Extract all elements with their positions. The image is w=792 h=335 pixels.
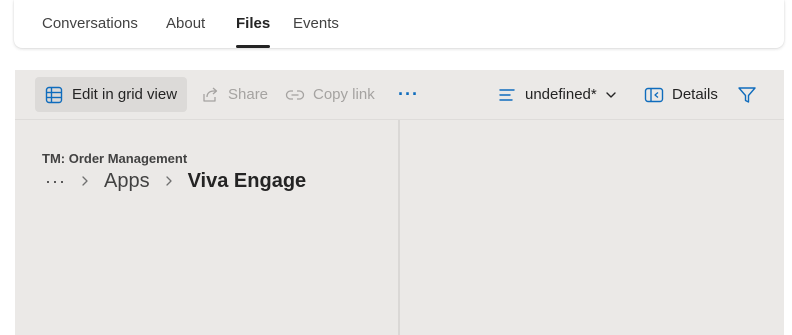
copy-link-label: Copy link [313, 86, 375, 103]
share-button[interactable]: Share [200, 77, 268, 112]
link-icon [285, 85, 305, 105]
breadcrumb-item-apps[interactable]: Apps [104, 170, 150, 193]
copy-link-button[interactable]: Copy link [285, 77, 375, 112]
chevron-right-icon [164, 175, 174, 187]
view-selector-label: undefined* [525, 86, 597, 103]
file-list-pane: TM: Order Management ··· Apps Viva Engag… [15, 120, 398, 335]
share-icon [200, 85, 220, 105]
breadcrumb: ··· Apps Viva Engage [45, 168, 306, 194]
command-bar: Edit in grid view Share Copy link ··· un… [15, 70, 784, 120]
details-button[interactable]: Details [644, 77, 718, 112]
filter-icon [737, 85, 757, 105]
pane-divider[interactable] [398, 120, 400, 335]
chevron-right-icon [80, 175, 90, 187]
list-view-icon [497, 85, 517, 105]
details-pane-icon [644, 85, 664, 105]
view-selector-dropdown[interactable]: undefined* [497, 77, 621, 112]
chevron-down-icon [601, 85, 621, 105]
edit-in-grid-view-label: Edit in grid view [72, 86, 178, 103]
edit-in-grid-view-button[interactable]: Edit in grid view [35, 77, 187, 112]
tab-files[interactable]: Files [236, 14, 271, 48]
channel-tab-bar: Conversations About Files Events [14, 0, 784, 48]
tab-events[interactable]: Events [293, 14, 339, 34]
tab-conversations[interactable]: Conversations [42, 14, 138, 34]
breadcrumb-current: Viva Engage [187, 169, 307, 192]
tab-label: About [166, 15, 206, 32]
site-name: TM: Order Management [42, 151, 188, 166]
tab-label: Conversations [42, 15, 138, 32]
tab-about[interactable]: About [166, 14, 205, 34]
details-label: Details [672, 86, 718, 103]
breadcrumb-overflow-button[interactable]: ··· [45, 171, 66, 192]
filter-button[interactable] [737, 77, 765, 112]
share-label: Share [228, 86, 269, 103]
active-tab-indicator [236, 45, 271, 48]
more-actions-button[interactable]: ··· [398, 77, 419, 112]
more-icon: ··· [398, 84, 419, 104]
tab-label: Files [236, 15, 271, 32]
files-panel: Edit in grid view Share Copy link ··· un… [15, 70, 784, 335]
files-app: Conversations About Files Events Edit in… [0, 0, 792, 335]
grid-icon [44, 85, 64, 105]
tab-label: Events [293, 15, 339, 32]
